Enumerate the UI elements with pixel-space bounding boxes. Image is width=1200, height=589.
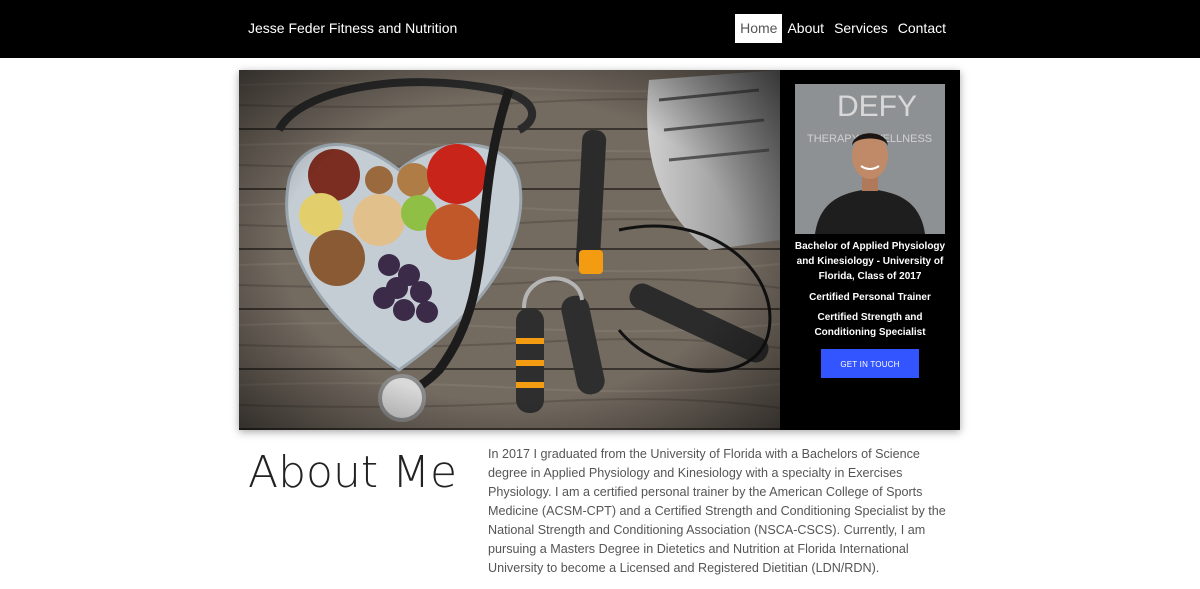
- nav-item-about[interactable]: About: [782, 14, 829, 43]
- credential-cpt: Certified Personal Trainer: [809, 292, 931, 303]
- site-brand-link[interactable]: Jesse Feder Fitness and Nutrition: [248, 19, 457, 37]
- hero-image: [239, 70, 780, 430]
- trainer-portrait: DEFY THERAPY & WELLNESS: [795, 84, 945, 234]
- profile-panel: DEFY THERAPY & WELLNESS Bachelor of Appl…: [780, 70, 960, 430]
- top-navigation-bar: Jesse Feder Fitness and Nutrition Home A…: [0, 0, 1200, 58]
- credential-degree: Bachelor of Applied Physiology and Kines…: [794, 241, 946, 282]
- about-heading: About Me: [248, 447, 458, 498]
- main-nav: Home About Services Contact: [735, 14, 951, 43]
- about-paragraph: In 2017 I graduated from the University …: [488, 447, 946, 575]
- nav-item-services[interactable]: Services: [829, 14, 893, 43]
- nav-item-contact[interactable]: Contact: [893, 14, 951, 43]
- credential-cscs: Certified Strength and Conditioning Spec…: [814, 312, 926, 338]
- get-in-touch-button[interactable]: GET IN TOUCH: [821, 349, 919, 378]
- hero-banner: DEFY THERAPY & WELLNESS Bachelor of Appl…: [239, 70, 960, 430]
- nav-item-home[interactable]: Home: [735, 14, 783, 43]
- svg-text:DEFY: DEFY: [837, 90, 917, 123]
